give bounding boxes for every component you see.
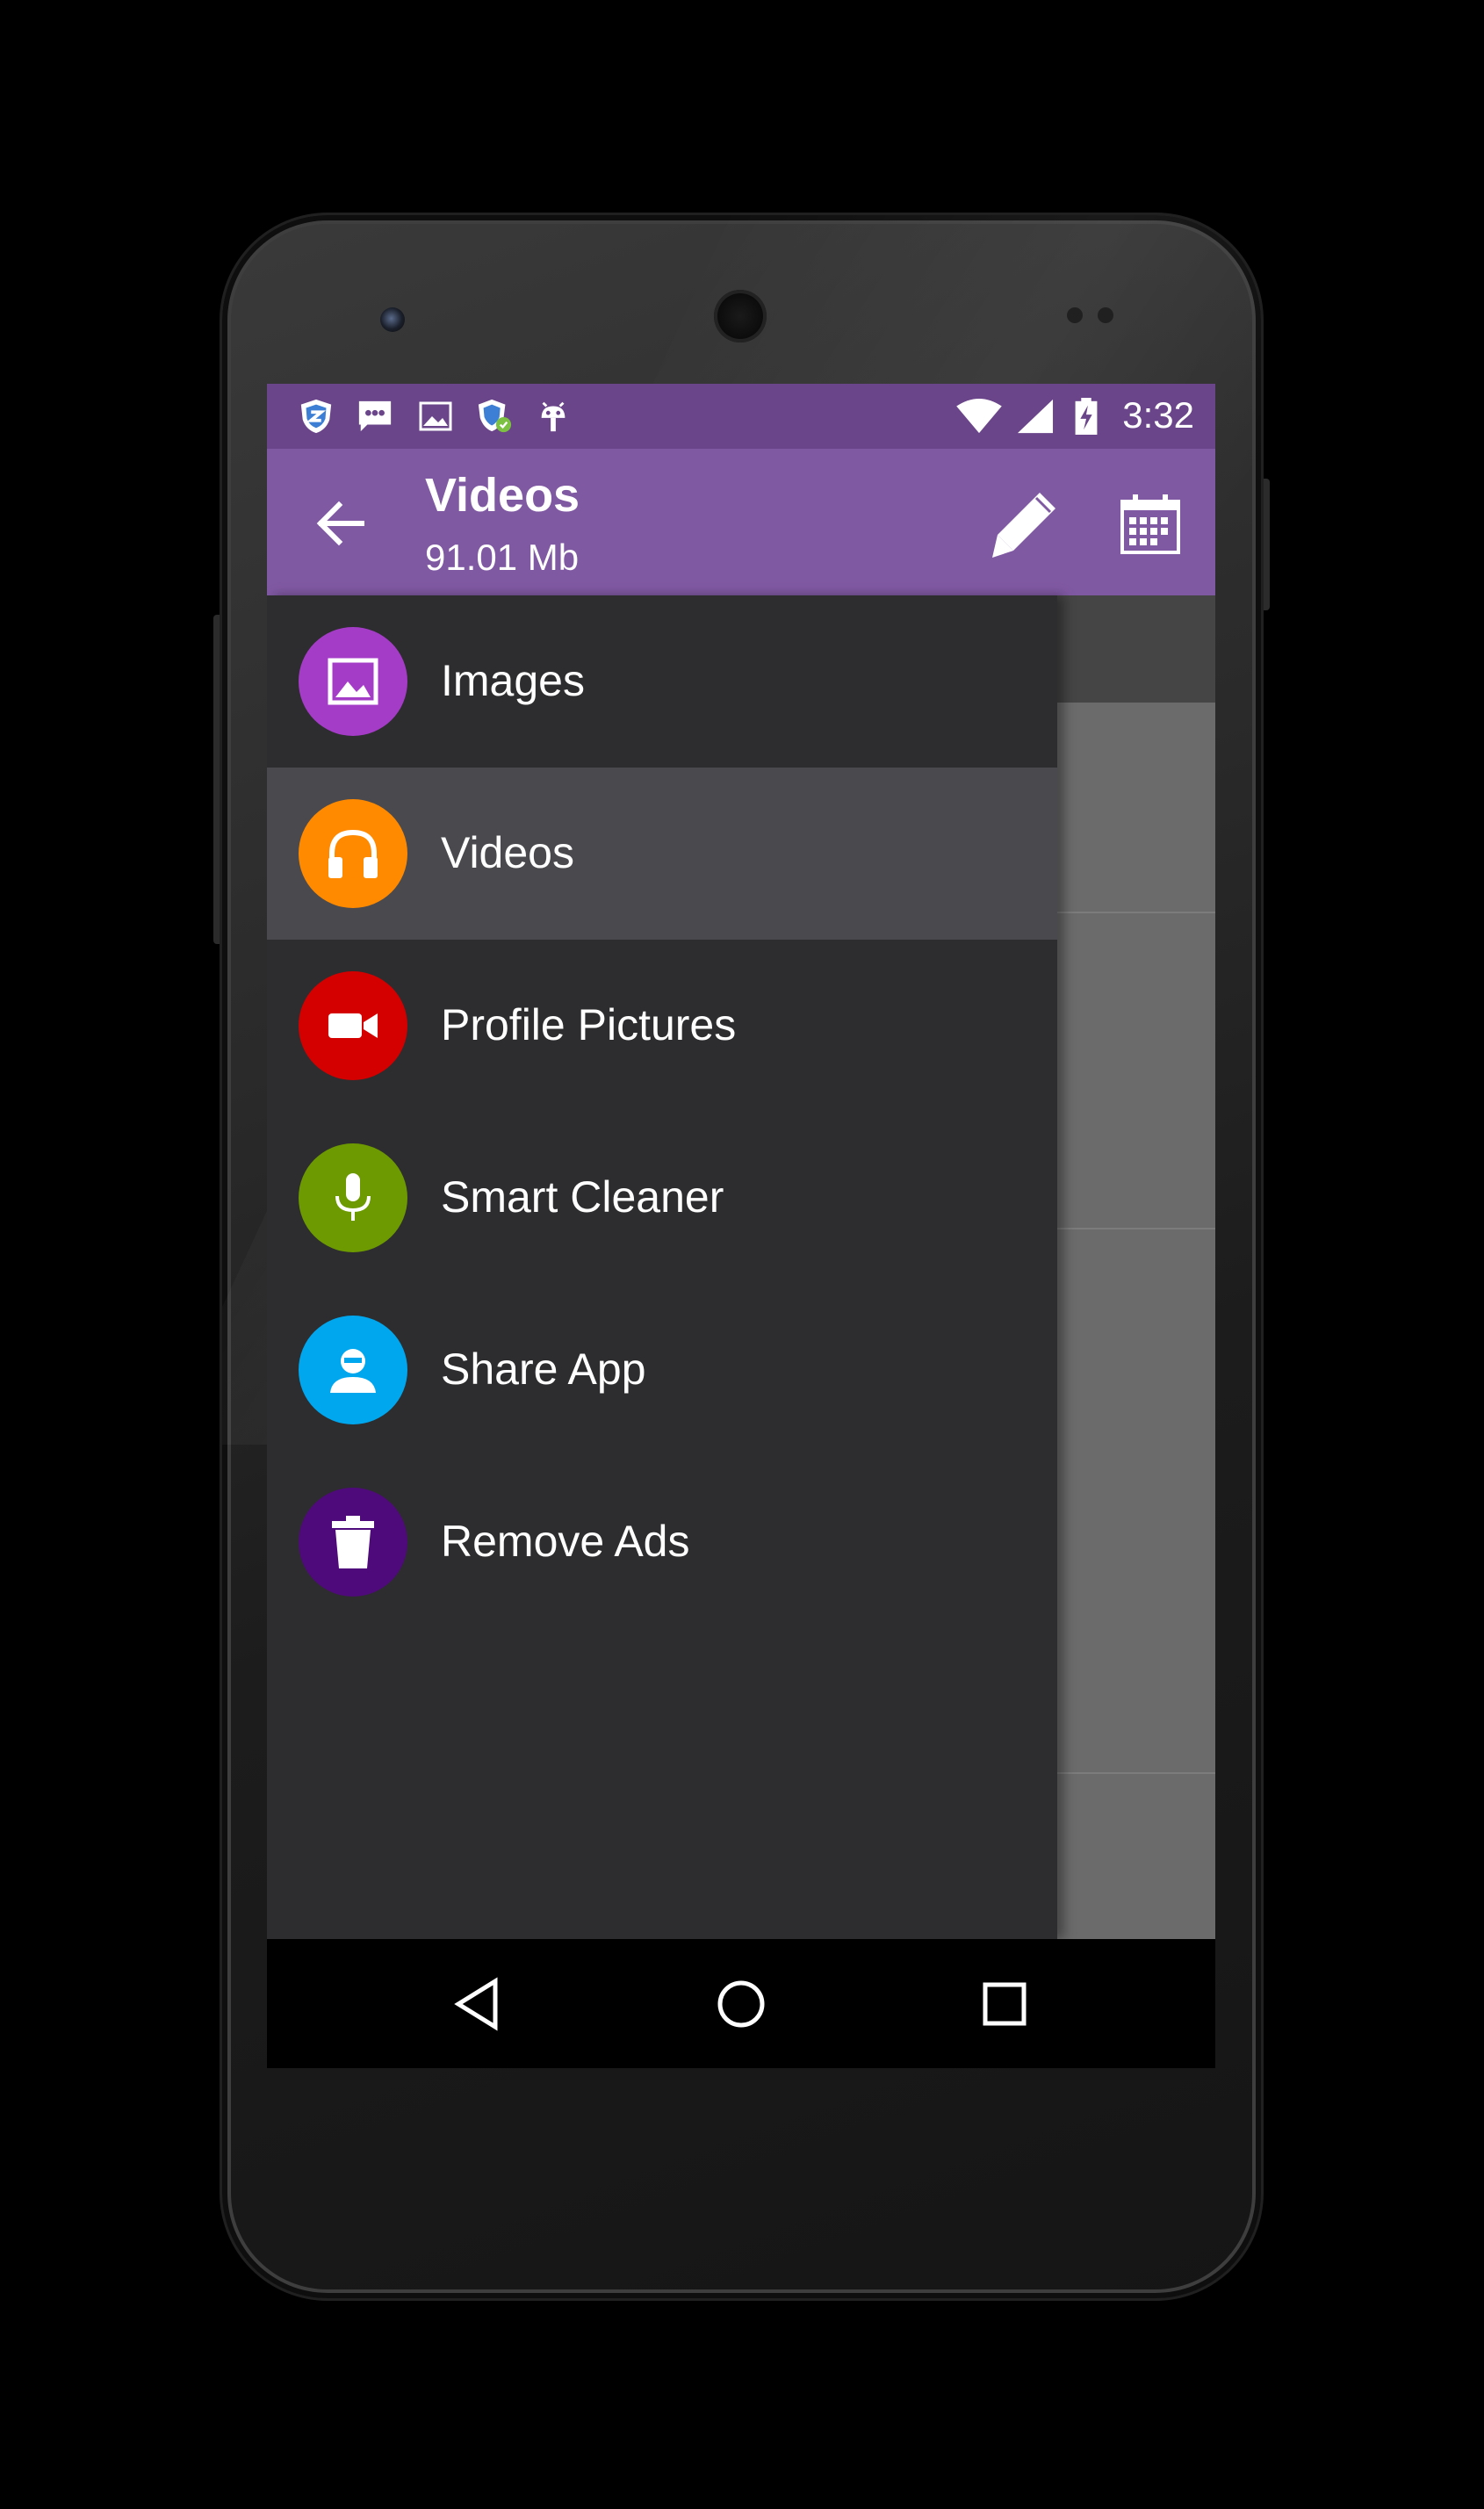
drawer-item-label: Videos [441, 828, 574, 877]
status-time: 3:32 [1122, 394, 1194, 436]
drawer-item-share-app[interactable]: Share App [267, 1284, 1057, 1456]
item-icon-circle [299, 799, 407, 908]
drawer-item-remove-ads[interactable]: Remove Ads [267, 1456, 1057, 1628]
signal-icon [1017, 399, 1054, 434]
user-icon [330, 1349, 376, 1393]
proximity-sensor [1067, 307, 1083, 323]
wifi-icon [956, 398, 1002, 434]
drawer-item-label: Remove Ads [441, 1517, 690, 1566]
home-circle-icon[interactable] [711, 1974, 771, 2034]
headphones-icon [328, 829, 378, 878]
chat-icon [358, 400, 392, 432]
drawer-item-label: Profile Pictures [441, 1000, 737, 1049]
item-icon-circle [299, 1143, 407, 1252]
screenshot-stage: amazon [0, 0, 1484, 2509]
earpiece-speaker [714, 290, 767, 342]
app-bar: Videos 91.01 Mb [267, 449, 1215, 595]
device-screen: amazon [267, 384, 1215, 2068]
recents-square-icon[interactable] [975, 1974, 1034, 2034]
back-triangle-icon[interactable] [450, 1974, 509, 2034]
front-camera [380, 307, 405, 332]
item-icon-circle [299, 627, 407, 736]
shield-app-icon [300, 399, 332, 434]
status-bar: 3:32 [267, 384, 1215, 449]
item-icon-circle [299, 971, 407, 1080]
gallery-icon [419, 401, 452, 431]
drawer-item-label: Images [441, 656, 585, 705]
battery-charging-icon [1075, 398, 1098, 435]
drawer-item-videos[interactable]: Videos [267, 768, 1057, 940]
drawer-item-smart-cleaner[interactable]: Smart Cleaner [267, 1112, 1057, 1284]
video-camera-icon [328, 1013, 378, 1038]
drawer-item-profile-pictures[interactable]: Profile Pictures [267, 940, 1057, 1112]
pencil-icon[interactable] [987, 487, 1061, 561]
page-subtitle: 91.01 Mb [425, 537, 580, 578]
security-icon [478, 399, 512, 433]
drawer-item-label: Smart Cleaner [441, 1172, 724, 1222]
image-icon [328, 658, 378, 705]
light-sensor [1098, 307, 1113, 323]
navigation-drawer: Images Videos Profile Pictures Smart Cle… [267, 595, 1057, 1939]
drawer-item-images[interactable]: Images [267, 595, 1057, 768]
android-debug-icon [541, 401, 566, 432]
trash-icon [332, 1516, 374, 1568]
drawer-item-label: Share App [441, 1345, 646, 1394]
arrow-left-icon[interactable] [311, 493, 372, 554]
system-navigation-bar [267, 1939, 1215, 2068]
calendar-icon[interactable] [1119, 493, 1182, 556]
item-icon-circle [299, 1488, 407, 1597]
page-title: Videos [425, 469, 580, 522]
item-icon-circle [299, 1316, 407, 1424]
microphone-icon [335, 1173, 371, 1221]
